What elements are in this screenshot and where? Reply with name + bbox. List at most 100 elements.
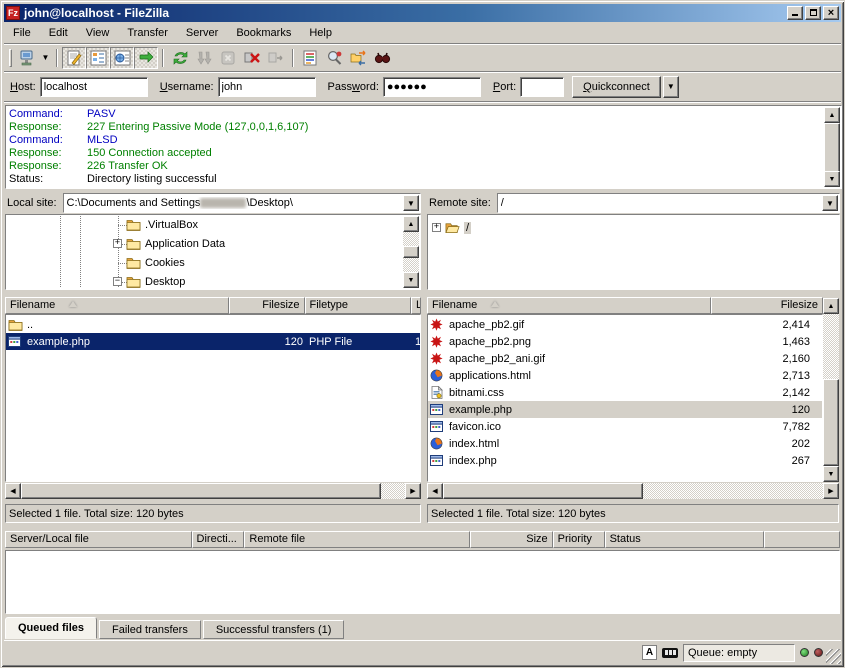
remote-site-label: Remote site: [427, 197, 497, 209]
directory-comparison-icon[interactable] [322, 47, 346, 69]
css-file-icon [430, 386, 446, 399]
menu-help[interactable]: Help [300, 25, 341, 41]
folder-icon [126, 218, 141, 231]
local-site-combobox[interactable]: C:\Documents and Settings\Desktop\ ▼ [63, 193, 421, 213]
remote-site-row: Remote site: / ▼ [427, 193, 840, 213]
column-header-filename[interactable]: Filename [5, 297, 229, 314]
tree-item--virtualbox[interactable]: .VirtualBox [113, 216, 198, 234]
find-files-icon[interactable] [370, 47, 394, 69]
remote-status-text: Selected 1 file. Total size: 120 bytes [427, 504, 839, 523]
queue-column-directi-[interactable]: Directi... [192, 531, 245, 548]
column-header-l[interactable]: L [411, 297, 421, 314]
local-file-row[interactable]: .. [6, 316, 420, 333]
remote-directory-tree[interactable]: + / [427, 214, 840, 290]
local-tree-scroll-up-icon[interactable]: ▲ [403, 216, 419, 232]
local-file-list[interactable]: ..example.php120PHP File1 [5, 314, 421, 482]
image-file-icon [430, 335, 446, 348]
username-input[interactable] [218, 77, 316, 97]
log-line: Command:MLSD [9, 134, 824, 147]
expand-icon[interactable]: + [113, 239, 122, 248]
remote-file-row[interactable]: index.php267 [428, 452, 822, 469]
tab-queued-files[interactable]: Queued files [5, 617, 97, 639]
menu-file[interactable]: File [4, 25, 40, 41]
remote-file-row[interactable]: apache_pb2.gif2,414 [428, 316, 822, 333]
local-directory-tree[interactable]: .VirtualBox+Application DataCookies−Desk… [5, 214, 421, 290]
toggle-local-tree-icon[interactable] [86, 47, 110, 69]
synchronized-browsing-icon[interactable] [346, 47, 370, 69]
remote-file-row[interactable]: index.html202 [428, 435, 822, 452]
collapse-icon[interactable]: − [113, 277, 122, 286]
remote-file-row[interactable]: bitnami.css2,142 [428, 384, 822, 401]
remote-file-list[interactable]: apache_pb2.gif2,414apache_pb2.png1,463ap… [427, 314, 823, 482]
tab-failed-transfers[interactable]: Failed transfers [99, 620, 201, 639]
toggle-message-log-icon[interactable] [62, 47, 86, 69]
menu-server[interactable]: Server [177, 25, 227, 41]
queue-column-server-local-file[interactable]: Server/Local file [5, 531, 192, 548]
maximize-button[interactable] [805, 6, 821, 20]
menu-edit[interactable]: Edit [40, 25, 77, 41]
message-log: Command:PASVResponse:227 Entering Passiv… [5, 105, 842, 189]
queue-column-size[interactable]: Size [470, 531, 553, 548]
remote-scroll-down-icon[interactable]: ▼ [823, 466, 839, 482]
remote-file-row[interactable]: example.php120 [428, 401, 822, 418]
remote-vscroll-thumb[interactable] [823, 379, 839, 466]
tree-item-cookies[interactable]: Cookies [113, 253, 185, 272]
menu-bookmarks[interactable]: Bookmarks [227, 25, 300, 41]
close-button[interactable]: × [823, 6, 839, 20]
site-manager-dropdown-icon[interactable]: ▼ [39, 48, 52, 68]
remote-hscrollbar[interactable]: ◀ ▶ [427, 483, 839, 500]
host-input[interactable] [40, 77, 148, 97]
local-tree-scroll-down-icon[interactable]: ▼ [403, 272, 419, 288]
tree-item-desktop[interactable]: −Desktop [113, 272, 185, 288]
queue-body[interactable] [5, 550, 840, 614]
column-header-filesize[interactable]: Filesize [711, 297, 823, 314]
local-tree-scroll-thumb[interactable] [403, 246, 419, 258]
tree-item-application-data[interactable]: +Application Data [113, 234, 225, 253]
minimize-button[interactable] [787, 6, 803, 20]
remote-site-combobox[interactable]: / ▼ [497, 193, 840, 213]
remote-root-label[interactable]: / [464, 222, 471, 234]
resize-grip[interactable] [826, 649, 841, 664]
local-hscrollbar[interactable]: ◀ ▶ [5, 483, 421, 500]
remote-file-row[interactable]: favicon.ico7,782 [428, 418, 822, 435]
remote-scroll-left-icon[interactable]: ◀ [427, 483, 443, 499]
expand-icon[interactable]: + [432, 223, 441, 232]
toggle-transfer-queue-icon[interactable] [134, 47, 158, 69]
remote-file-row[interactable]: apache_pb2_ani.gif2,160 [428, 350, 822, 367]
log-scroll-thumb[interactable] [824, 123, 840, 173]
column-header-filename[interactable]: Filename [427, 297, 711, 314]
folder-icon [126, 275, 141, 288]
local-hscroll-thumb[interactable] [21, 483, 381, 499]
remote-file-row[interactable]: apache_pb2.png1,463 [428, 333, 822, 350]
queue-column-blank[interactable] [764, 531, 840, 548]
menu-view[interactable]: View [77, 25, 119, 41]
local-site-dropdown-icon[interactable]: ▼ [403, 195, 419, 211]
password-input[interactable] [383, 77, 481, 97]
toggle-remote-tree-icon[interactable] [110, 47, 134, 69]
remote-scroll-up-icon[interactable]: ▲ [823, 298, 839, 314]
column-header-filetype[interactable]: Filetype [305, 297, 411, 314]
remote-file-row[interactable]: applications.html2,713 [428, 367, 822, 384]
remote-hscroll-thumb[interactable] [443, 483, 643, 499]
log-scroll-down-icon[interactable]: ▼ [824, 171, 840, 187]
quickconnect-dropdown-icon[interactable]: ▼ [663, 76, 679, 98]
site-manager-icon[interactable] [15, 47, 39, 69]
remote-scroll-right-icon[interactable]: ▶ [823, 483, 839, 499]
refresh-icon[interactable] [168, 47, 192, 69]
tab-successful-transfers-1-[interactable]: Successful transfers (1) [203, 620, 345, 639]
status-bar: A Queue: empty [4, 640, 841, 664]
log-scroll-up-icon[interactable]: ▲ [824, 107, 840, 123]
column-header-filesize[interactable]: Filesize [229, 297, 305, 314]
remote-site-dropdown-icon[interactable]: ▼ [822, 195, 838, 211]
local-scroll-left-icon[interactable]: ◀ [5, 483, 21, 499]
port-input[interactable] [520, 77, 564, 97]
queue-column-remote-file[interactable]: Remote file [244, 531, 469, 548]
local-scroll-right-icon[interactable]: ▶ [405, 483, 421, 499]
menu-transfer[interactable]: Transfer [118, 25, 177, 41]
disconnect-icon[interactable] [240, 47, 264, 69]
local-file-row[interactable]: example.php120PHP File1 [6, 333, 420, 350]
directory-filters-icon[interactable] [298, 47, 322, 69]
quickconnect-button[interactable]: Quickconnect [572, 76, 661, 98]
queue-column-status[interactable]: Status [605, 531, 765, 548]
queue-column-priority[interactable]: Priority [553, 531, 605, 548]
